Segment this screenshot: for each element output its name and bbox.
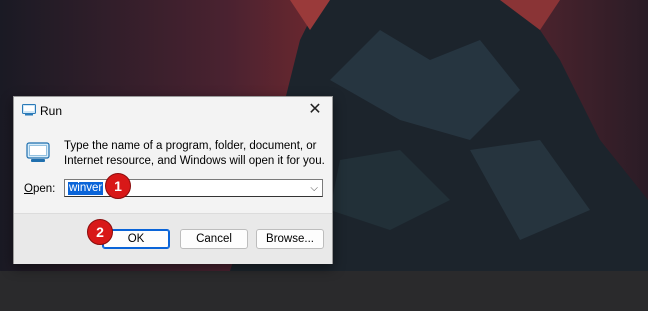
title-bar: Run ✕ [14,97,332,123]
run-app-icon [26,142,50,169]
step-1-callout: 1 [105,173,131,199]
close-icon: ✕ [308,101,322,118]
command-input[interactable]: winver ⌵ [64,179,323,197]
browse-button[interactable]: Browse... [256,229,324,249]
open-label-rest: pen: [32,183,56,195]
open-label: Open: [24,183,55,195]
step-2-callout: 2 [87,219,113,245]
run-icon [22,103,36,121]
command-input-value: winver [68,182,104,195]
dialog-title: Run [40,104,63,118]
taskbar [0,271,648,311]
open-label-accesskey: O [24,183,33,195]
description-text: Type the name of a program, folder, docu… [64,140,325,167]
chevron-down-icon[interactable]: ⌵ [310,183,318,194]
run-dialog: Run ✕ Type the name of a program, folder… [13,96,333,264]
cancel-button[interactable]: Cancel [180,229,248,249]
close-button[interactable]: ✕ [298,97,332,123]
